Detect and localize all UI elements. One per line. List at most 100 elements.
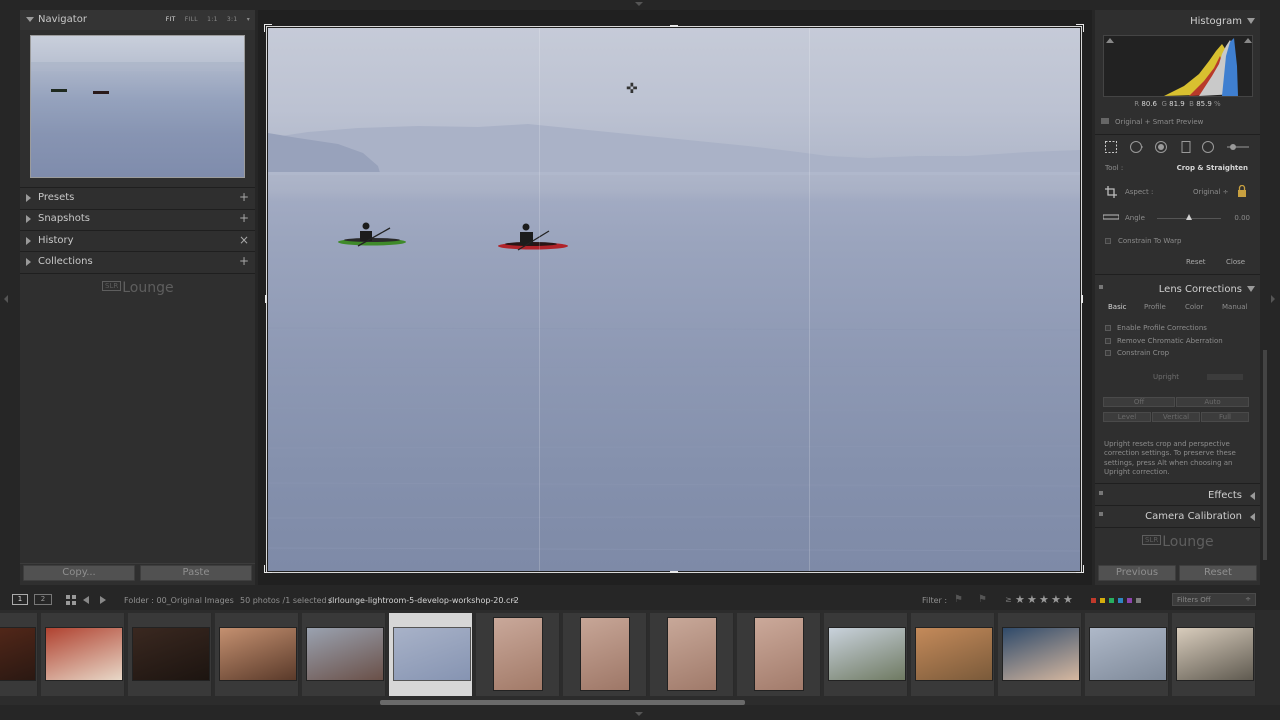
previous-photo-arrow-icon[interactable] — [83, 596, 89, 604]
star-filter-icon[interactable]: ★ — [1051, 593, 1061, 606]
next-photo-arrow-icon[interactable] — [100, 596, 106, 604]
filmstrip-thumbnail[interactable] — [219, 627, 297, 681]
clear-history-icon[interactable]: × — [239, 233, 249, 247]
color-label-swatch[interactable] — [1091, 598, 1096, 603]
upright-vertical-button[interactable]: Vertical — [1152, 412, 1200, 422]
tab-manual[interactable]: Manual — [1222, 303, 1247, 311]
crop-handle-top-right[interactable] — [1076, 24, 1084, 32]
upright-level-button[interactable]: Level — [1103, 412, 1151, 422]
grid-view-icon[interactable] — [66, 595, 76, 605]
camera-calibration-header[interactable]: Camera Calibration — [1095, 506, 1260, 526]
red-eye-tool-icon[interactable] — [1154, 140, 1168, 154]
color-label-swatch[interactable] — [1109, 598, 1114, 603]
crop-handle-top[interactable] — [670, 25, 678, 27]
folder-path[interactable]: Folder : 00_Original Images — [124, 596, 234, 605]
filmstrip-thumbnail[interactable] — [754, 617, 804, 691]
filmstrip-scrollbar[interactable] — [380, 700, 745, 705]
selected-filename[interactable]: slrlounge-lightroom-5-develop-workshop-2… — [328, 596, 519, 605]
filmstrip-cell-selected[interactable] — [389, 613, 473, 696]
constrain-to-warp-checkbox[interactable] — [1105, 238, 1111, 244]
crop-handle-top-left[interactable] — [264, 24, 272, 32]
presets-header[interactable]: Presets + — [20, 188, 255, 208]
filmstrip-cell[interactable] — [302, 613, 386, 696]
crop-aspect-icon[interactable] — [1105, 186, 1117, 198]
tab-basic[interactable]: Basic — [1108, 303, 1127, 311]
copy-settings-button[interactable]: Copy... — [23, 565, 135, 581]
crop-handle-bottom-right[interactable] — [1076, 565, 1084, 573]
filters-dropdown[interactable]: Filters Off ÷ — [1172, 593, 1256, 606]
crop-handle-bottom-left[interactable] — [264, 565, 272, 573]
filmstrip-cell[interactable] — [737, 613, 821, 696]
previous-button[interactable]: Previous — [1098, 565, 1176, 581]
collections-header[interactable]: Collections + — [20, 252, 255, 272]
filename-menu-caret-icon[interactable]: ÷ — [511, 596, 518, 605]
star-filter-icon[interactable]: ★ — [1015, 593, 1025, 606]
filmstrip-cell[interactable] — [824, 613, 908, 696]
filmstrip-cell[interactable] — [128, 613, 212, 696]
tab-profile[interactable]: Profile — [1144, 303, 1166, 311]
upright-off-button[interactable]: Off — [1103, 397, 1175, 407]
enable-profile-corrections-checkbox[interactable] — [1105, 325, 1111, 331]
adjustment-brush-tool-icon[interactable] — [1225, 140, 1251, 154]
remove-chromatic-aberration-checkbox[interactable] — [1105, 338, 1111, 344]
filmstrip-thumbnail[interactable] — [580, 617, 630, 691]
rating-operator-icon[interactable]: ≥ — [1005, 595, 1012, 604]
crop-handle-left[interactable] — [265, 295, 267, 303]
color-label-swatch[interactable] — [1127, 598, 1132, 603]
filmstrip-thumbnail[interactable] — [493, 617, 543, 691]
zoom-fit[interactable]: FIT — [166, 16, 176, 23]
filmstrip-thumbnail[interactable] — [0, 627, 36, 681]
filmstrip-cell[interactable] — [41, 613, 125, 696]
filmstrip-thumbnail[interactable] — [828, 627, 906, 681]
color-label-swatch[interactable] — [1136, 598, 1141, 603]
photo-lake-kayakers[interactable]: ✜ — [268, 28, 1080, 571]
paste-settings-button[interactable]: Paste — [140, 565, 252, 581]
color-label-swatch[interactable] — [1100, 598, 1105, 603]
angle-slider-thumb[interactable] — [1186, 214, 1192, 220]
add-collection-icon[interactable]: + — [239, 254, 249, 268]
filmstrip-thumbnail[interactable] — [393, 627, 471, 681]
navigator-header[interactable]: Navigator FIT FILL 1:1 3:1 ▾ — [20, 10, 255, 30]
constrain-crop-checkbox[interactable] — [1105, 350, 1111, 356]
main-window-button[interactable]: 1 — [12, 594, 28, 605]
zoom-fill[interactable]: FILL — [185, 16, 198, 23]
snapshots-header[interactable]: Snapshots + — [20, 209, 255, 229]
bottom-panel-toggle-icon[interactable] — [635, 712, 643, 716]
upright-full-button[interactable]: Full — [1201, 412, 1249, 422]
filmstrip-cell[interactable] — [0, 613, 38, 696]
history-header[interactable]: History × — [20, 231, 255, 251]
image-canvas[interactable]: ✜ — [258, 10, 1092, 585]
filmstrip-cell[interactable] — [563, 613, 647, 696]
histogram-header[interactable]: Histogram — [1095, 11, 1260, 31]
crop-close-button[interactable]: Close — [1226, 258, 1245, 266]
reset-button[interactable]: Reset — [1179, 565, 1257, 581]
navigator-preview[interactable] — [30, 35, 245, 178]
right-panel-scrollbar[interactable] — [1263, 350, 1267, 560]
top-panel-toggle-icon[interactable] — [635, 2, 643, 6]
crop-overlay-tool-icon[interactable] — [1104, 140, 1118, 154]
flag-filter-icon[interactable]: ⚑ — [954, 594, 963, 605]
straighten-tool-icon[interactable] — [1103, 214, 1119, 220]
panel-toggle-switch-icon[interactable] — [1099, 491, 1103, 495]
color-label-swatch[interactable] — [1118, 598, 1123, 603]
filmstrip-cell[interactable] — [998, 613, 1082, 696]
filmstrip-thumbnail[interactable] — [915, 627, 993, 681]
filmstrip-cell[interactable] — [476, 613, 560, 696]
upright-dropdown[interactable] — [1207, 374, 1243, 380]
panel-toggle-switch-icon[interactable] — [1099, 285, 1103, 289]
star-filter-icon[interactable]: ★ — [1063, 593, 1073, 606]
aspect-dropdown[interactable]: Original ÷ — [1193, 188, 1228, 196]
filmstrip-cell[interactable] — [215, 613, 299, 696]
lens-corrections-header[interactable]: Lens Corrections — [1095, 279, 1260, 299]
filmstrip-thumbnail[interactable] — [1176, 627, 1254, 681]
left-panel-toggle-icon[interactable] — [4, 295, 8, 303]
secondary-window-button[interactable]: 2 — [34, 594, 52, 605]
tab-color[interactable]: Color — [1185, 303, 1203, 311]
add-preset-icon[interactable]: + — [239, 190, 249, 204]
filmstrip-cell[interactable] — [1085, 613, 1169, 696]
zoom-3-1[interactable]: 3:1 — [227, 16, 238, 23]
filmstrip-cell[interactable] — [650, 613, 734, 696]
filmstrip-thumbnail[interactable] — [132, 627, 210, 681]
filmstrip-cell[interactable] — [1172, 613, 1256, 696]
effects-header[interactable]: Effects — [1095, 485, 1260, 505]
